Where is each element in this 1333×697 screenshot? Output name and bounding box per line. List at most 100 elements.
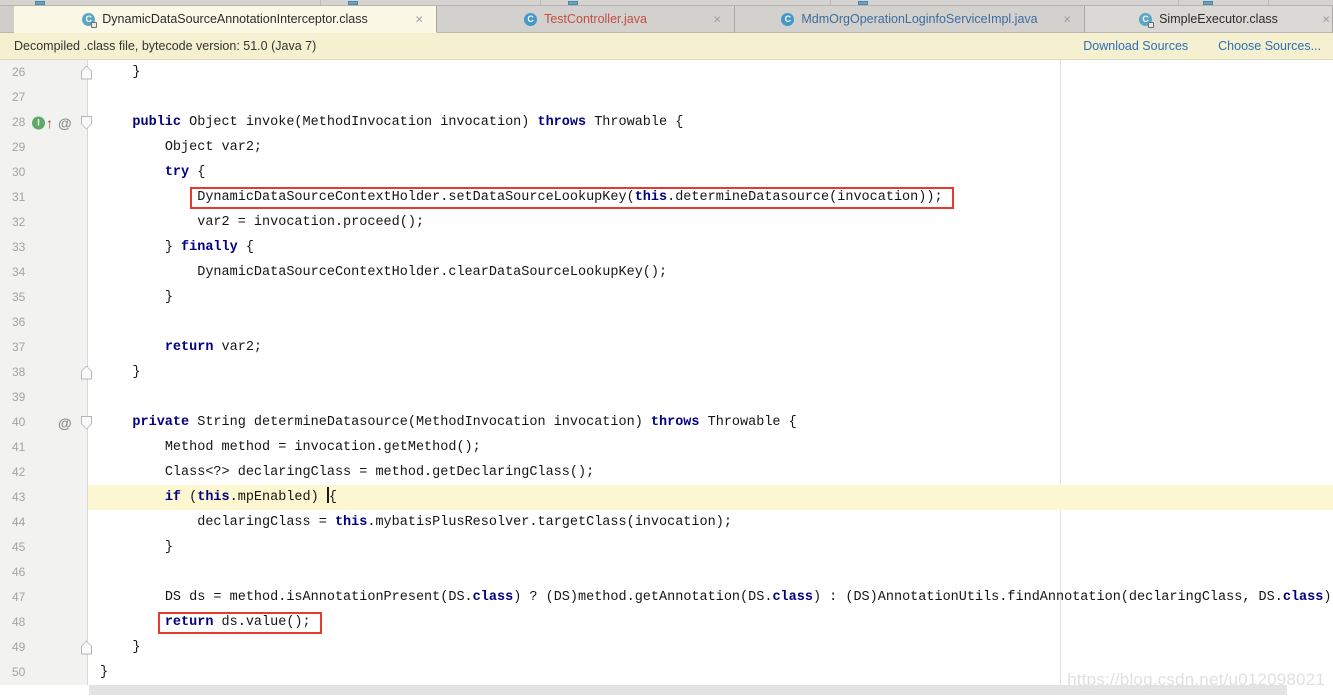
- download-sources-link[interactable]: Download Sources: [1083, 39, 1188, 53]
- gutter-cell: 44: [0, 510, 88, 535]
- keyword-token: throws: [537, 115, 587, 130]
- keyword-token: class: [772, 590, 813, 605]
- close-tab-icon[interactable]: ×: [713, 13, 721, 26]
- code-line[interactable]: } finally {: [88, 235, 1333, 260]
- lock-icon: [1148, 21, 1155, 28]
- code-line[interactable]: }: [88, 535, 1333, 560]
- gutter-cell: 40 @: [0, 410, 92, 435]
- code-line[interactable]: Class<?> declaringClass = method.getDecl…: [88, 460, 1333, 485]
- gutter-cell: 48: [0, 610, 88, 635]
- tab-label: DynamicDataSourceAnnotationInterceptor.c…: [102, 12, 368, 26]
- code-line[interactable]: [88, 560, 1333, 585]
- code-row: 37 return var2;: [0, 335, 1333, 360]
- override-marker-icon[interactable]: ↑: [46, 116, 53, 130]
- code-line[interactable]: }: [88, 285, 1333, 310]
- tab-bar-spacer: [0, 6, 14, 33]
- close-tab-icon[interactable]: ×: [1322, 13, 1330, 26]
- code-line[interactable]: DynamicDataSourceContextHolder.setDataSo…: [88, 185, 1333, 210]
- code-line[interactable]: return ds.value();: [88, 610, 1333, 635]
- code-row: 42 Class<?> declaringClass = method.getD…: [0, 460, 1333, 485]
- code-row: 33 } finally {: [0, 235, 1333, 260]
- line-number: 45: [12, 540, 26, 554]
- line-number: 37: [12, 340, 26, 354]
- keyword-token: return: [164, 615, 214, 630]
- editor[interactable]: 26 } 27 28 I ↑ @ public Object invoke(MethodI…: [0, 60, 1333, 697]
- choose-sources-link[interactable]: Choose Sources...: [1218, 39, 1321, 53]
- code-row: 27: [0, 85, 1333, 110]
- code-row: 31 DynamicDataSourceContextHolder.setDat…: [0, 185, 1333, 210]
- fold-inner: [82, 641, 91, 654]
- code-row: 28 I ↑ @ public Object invoke(MethodInvocat…: [0, 110, 1333, 135]
- editor-tab[interactable]: C SimpleExecutor.class ×: [1085, 6, 1333, 33]
- editor-tab[interactable]: C TestController.java ×: [437, 6, 735, 33]
- code-line[interactable]: var2 = invocation.proceed();: [88, 210, 1333, 235]
- line-number: 28: [12, 115, 26, 129]
- code-line[interactable]: Object var2;: [88, 135, 1333, 160]
- code-token: DynamicDataSourceContextHolder.clearData…: [197, 265, 668, 280]
- fold-marker-icon[interactable]: [81, 65, 92, 80]
- code-row: 44 declaringClass = this.mybatisPlusReso…: [0, 510, 1333, 535]
- implementing-method-icon[interactable]: I: [32, 116, 45, 129]
- fold-marker-icon[interactable]: [81, 115, 92, 130]
- fold-inner: [82, 366, 91, 379]
- gutter-cell: 36: [0, 310, 88, 335]
- code-line[interactable]: return var2;: [88, 335, 1333, 360]
- fold-marker-icon[interactable]: [81, 415, 92, 430]
- code-line[interactable]: [88, 310, 1333, 335]
- line-number: 44: [12, 515, 26, 529]
- gutter-cell: 46: [0, 560, 88, 585]
- gutter-cell: 34: [0, 260, 88, 285]
- keyword-token: private: [132, 415, 190, 430]
- close-tab-icon[interactable]: ×: [415, 13, 423, 26]
- code-line[interactable]: }: [88, 360, 1333, 385]
- code-token: }: [164, 540, 173, 555]
- keyword-token: class: [472, 590, 514, 605]
- code-line[interactable]: DynamicDataSourceContextHolder.clearData…: [88, 260, 1333, 285]
- gutter-cell: 43: [0, 485, 88, 510]
- fold-marker-icon[interactable]: [81, 365, 92, 380]
- file-icon-fragment: [858, 1, 868, 5]
- code-token: ) ? (DS)method.getAnnotation(DS.: [513, 590, 773, 605]
- code-line[interactable]: if (this.mpEnabled) {: [88, 485, 1333, 510]
- editor-tab[interactable]: C MdmOrgOperationLoginfoServiceImpl.java ×: [735, 6, 1085, 33]
- close-tab-icon[interactable]: ×: [1063, 13, 1071, 26]
- keyword-token: throws: [650, 415, 700, 430]
- code-row: 48 return ds.value();: [0, 610, 1333, 635]
- fold-marker-icon[interactable]: [81, 640, 92, 655]
- code-line[interactable]: Method method = invocation.getMethod();: [88, 435, 1333, 460]
- line-number: 26: [12, 65, 26, 79]
- keyword-token: class: [1282, 590, 1324, 605]
- editor-tab[interactable]: C DynamicDataSourceAnnotationInterceptor.…: [14, 6, 437, 33]
- gutter-cell: 50: [0, 660, 88, 685]
- code-token: }: [132, 65, 141, 80]
- code-line[interactable]: }: [88, 635, 1333, 660]
- code-token: {: [328, 490, 337, 505]
- keyword-token: public: [132, 115, 182, 130]
- code-row: 47 DS ds = method.isAnnotationPresent(DS…: [0, 585, 1333, 610]
- gutter-cell: 45: [0, 535, 88, 560]
- code-token: ds.value();: [213, 615, 311, 630]
- code-row: 49 }: [0, 635, 1333, 660]
- code-line[interactable]: public Object invoke(MethodInvocation in…: [88, 110, 1333, 135]
- code-token: .mybatisPlusResolver.targetClass(invocat…: [367, 515, 732, 530]
- gutter-cell: 39: [0, 385, 88, 410]
- code-line[interactable]: try {: [88, 160, 1333, 185]
- code-token: {: [237, 240, 254, 255]
- code-line[interactable]: [88, 85, 1333, 110]
- code-line[interactable]: private String determineDatasource(Metho…: [88, 410, 1333, 435]
- line-number: 49: [12, 640, 26, 654]
- gutter-cell: 27: [0, 85, 88, 110]
- code-line[interactable]: }: [88, 60, 1333, 85]
- code-token: }: [132, 365, 141, 380]
- gutter-cell: 31: [0, 185, 88, 210]
- code-line[interactable]: declaringClass = this.mybatisPlusResolve…: [88, 510, 1333, 535]
- code-line[interactable]: DS ds = method.isAnnotationPresent(DS.cl…: [88, 585, 1333, 610]
- code-line[interactable]: [88, 385, 1333, 410]
